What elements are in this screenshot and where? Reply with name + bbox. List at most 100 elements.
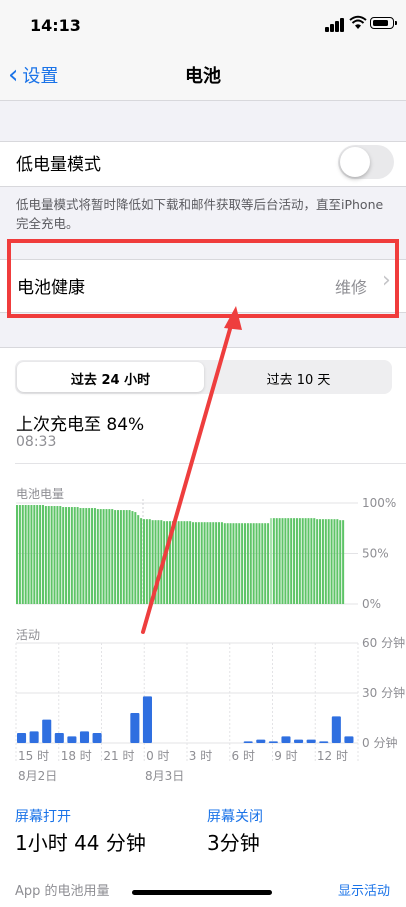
battery-bar	[313, 518, 316, 604]
tab-last-10-days[interactable]: 过去 10 天	[205, 369, 392, 388]
battery-bar	[252, 523, 255, 604]
tab-last-24-hours[interactable]: 过去 24 小时	[17, 369, 204, 388]
activity-y-tick: 30 分钟	[362, 685, 405, 700]
activity-bar	[268, 741, 278, 743]
activity-x-tick: 3 时	[189, 749, 212, 763]
battery-bar	[295, 518, 298, 604]
battery-bar	[209, 522, 212, 604]
battery-bar	[246, 523, 249, 604]
battery-bar	[142, 519, 146, 604]
activity-bar	[79, 731, 90, 743]
activity-bar	[42, 719, 52, 743]
battery-bar	[27, 505, 30, 604]
battery-bar	[128, 510, 131, 604]
battery-bar	[304, 518, 307, 604]
show-activity-button[interactable]: 显示活动	[338, 880, 390, 899]
battery-bar	[53, 506, 56, 604]
battery-bar	[183, 521, 186, 604]
battery-bar	[186, 521, 189, 604]
battery-bar	[16, 505, 19, 604]
screen-off-value: 3分钟	[207, 831, 260, 855]
battery-bar	[67, 507, 70, 604]
battery-bar	[220, 522, 223, 604]
battery-bar	[226, 523, 229, 604]
battery-bar	[108, 509, 111, 604]
battery-bar	[85, 508, 88, 604]
activity-bar	[319, 741, 329, 743]
battery-bar	[157, 520, 160, 604]
page-title: 电池	[185, 66, 221, 87]
screen-off-label: 屏幕关闭	[207, 809, 263, 825]
battery-bar	[281, 518, 284, 604]
battery-bar	[307, 518, 310, 604]
battery-bar	[269, 518, 272, 604]
low-power-label: 低电量模式	[16, 155, 101, 175]
wifi-icon	[349, 15, 367, 29]
battery-bar	[76, 507, 79, 604]
app-usage-label: App 的电池用量	[15, 884, 110, 899]
battery-bar	[154, 520, 157, 604]
low-power-toggle[interactable]	[338, 145, 394, 179]
screen-on-label: 屏幕打开	[15, 809, 71, 825]
battery-bar	[36, 505, 39, 604]
battery-bar	[105, 509, 108, 604]
battery-bar	[229, 523, 232, 604]
battery-bar	[293, 518, 296, 604]
activity-bar	[67, 736, 77, 743]
battery-bar	[203, 522, 206, 604]
activity-bar	[54, 733, 64, 743]
battery-bar	[206, 522, 209, 604]
battery-bar	[21, 505, 24, 604]
activity-x-ticks: 15 时 18 时 21 时 0 时 3 时 6 时 9 时 12 时	[18, 749, 348, 763]
battery-bar	[321, 519, 324, 604]
battery-bar	[44, 506, 47, 604]
battery-bar	[258, 523, 261, 604]
battery-bar	[212, 522, 215, 604]
activity-bar	[29, 731, 39, 743]
battery-bar	[249, 523, 252, 604]
activity-y-ticks: 60 分钟 30 分钟 0 分钟	[362, 635, 405, 750]
battery-bar	[218, 522, 221, 604]
battery-bar	[267, 523, 270, 604]
battery-bar	[166, 521, 169, 604]
battery-bar	[114, 510, 117, 604]
battery-bar	[145, 519, 148, 604]
battery-bar	[56, 506, 59, 604]
battery-bar	[134, 512, 137, 604]
activity-x-tick: 12 时	[317, 749, 348, 763]
last-charge-time: 08:33	[16, 434, 57, 450]
battery-bar	[33, 505, 36, 604]
activity-x-tick: 21 时	[103, 749, 134, 763]
activity-bar	[17, 733, 27, 743]
battery-bar	[119, 510, 122, 604]
activity-bar	[130, 713, 140, 743]
activity-y-tick: 60 分钟	[362, 635, 405, 650]
battery-bar	[125, 510, 128, 604]
last-charge-text: 上次充电至 84%	[16, 415, 145, 435]
battery-bar	[122, 510, 125, 604]
battery-bar	[238, 523, 241, 604]
battery-bar	[287, 518, 290, 604]
battery-bar	[171, 521, 174, 604]
battery-bar	[160, 520, 163, 604]
battery-bar	[174, 521, 177, 604]
battery-icon	[370, 17, 397, 29]
battery-bars	[16, 505, 345, 604]
battery-bar	[163, 521, 166, 604]
battery-bar	[151, 520, 154, 604]
status-time: 14:13	[30, 16, 81, 35]
battery-bar	[316, 519, 319, 604]
battery-bar	[310, 518, 313, 604]
battery-bar	[88, 508, 91, 604]
battery-bar	[148, 519, 151, 604]
battery-bar	[333, 519, 336, 604]
battery-bar	[255, 523, 258, 604]
battery-bar	[79, 508, 82, 604]
activity-bar	[243, 741, 253, 743]
battery-bar	[102, 509, 105, 604]
battery-bar	[177, 521, 180, 604]
battery-bar	[168, 521, 171, 604]
battery-bar	[200, 522, 203, 604]
battery-bar	[111, 509, 114, 604]
screen-on-value: 1小时 44 分钟	[15, 831, 146, 855]
